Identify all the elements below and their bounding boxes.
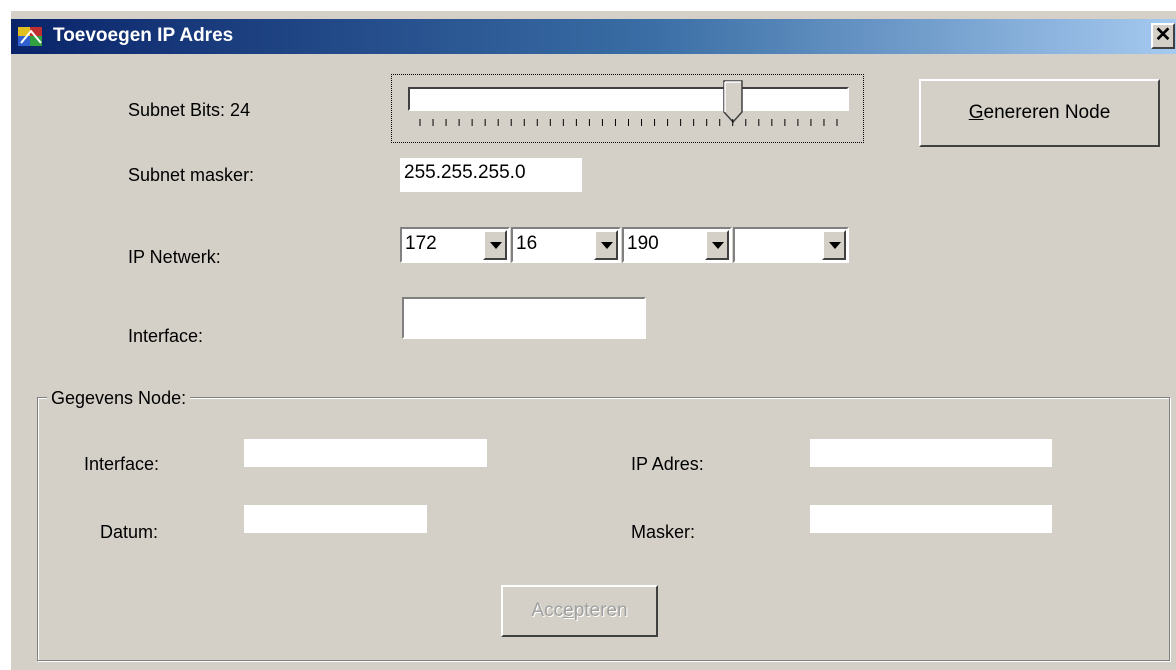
subnet-bits-slider[interactable] xyxy=(391,74,864,143)
app-icon xyxy=(18,27,42,46)
chevron-down-icon[interactable] xyxy=(483,230,507,260)
chevron-down-icon[interactable] xyxy=(822,230,846,260)
ip-octet-4-select[interactable] xyxy=(733,227,849,263)
node-date-label: Datum: xyxy=(100,522,159,542)
slider-ticks xyxy=(419,119,838,126)
generate-label: enereren Node xyxy=(983,102,1111,123)
generate-accel-key: G xyxy=(968,102,984,123)
title-bar[interactable]: Toevoegen IP Adres ✕ xyxy=(11,19,1176,54)
ip-octet-3-select[interactable]: 190 xyxy=(622,227,732,263)
node-ip-label: IP Adres: xyxy=(631,454,704,474)
interface-label: Interface: xyxy=(128,326,204,346)
chevron-down-icon[interactable] xyxy=(594,230,618,260)
subnet-mask-field[interactable]: 255.255.255.0 xyxy=(400,158,582,192)
ip-network-label: IP Netwerk: xyxy=(128,247,221,267)
window-title: Toevoegen IP Adres xyxy=(53,25,234,46)
dialog-window: Toevoegen IP Adres ✕ Subnet Bits: 24 Gen… xyxy=(10,10,1176,670)
subnet-bits-label: Subnet Bits: 24 xyxy=(128,100,251,120)
node-mask-label: Masker: xyxy=(631,522,696,542)
ip-octet-2-select[interactable]: 16 xyxy=(511,227,621,263)
accept-accel-key: e xyxy=(563,600,574,621)
ip-octet-2-value: 16 xyxy=(516,233,538,254)
accept-button[interactable]: Accepteren xyxy=(501,585,658,637)
ip-octet-1-select[interactable]: 172 xyxy=(400,227,510,263)
node-ip-field xyxy=(810,439,1052,467)
close-button[interactable]: ✕ xyxy=(1151,23,1175,49)
chevron-down-icon[interactable] xyxy=(705,230,729,260)
node-details-legend: Gegevens Node: xyxy=(47,387,191,409)
ip-octet-3-value: 190 xyxy=(627,233,659,254)
ip-octet-1-value: 172 xyxy=(405,233,437,254)
accept-label-start: Acc xyxy=(531,600,564,621)
interface-input[interactable] xyxy=(402,297,646,339)
slider-track xyxy=(408,87,849,111)
subnet-mask-label: Subnet masker: xyxy=(128,165,255,185)
node-mask-field xyxy=(810,505,1052,533)
generate-node-button[interactable]: Genereren Node xyxy=(919,79,1160,147)
accept-label-end: pteren xyxy=(573,600,628,621)
node-interface-field xyxy=(244,439,487,467)
node-interface-label: Interface: xyxy=(84,454,160,474)
close-icon: ✕ xyxy=(1154,24,1172,46)
node-date-field xyxy=(244,505,427,533)
